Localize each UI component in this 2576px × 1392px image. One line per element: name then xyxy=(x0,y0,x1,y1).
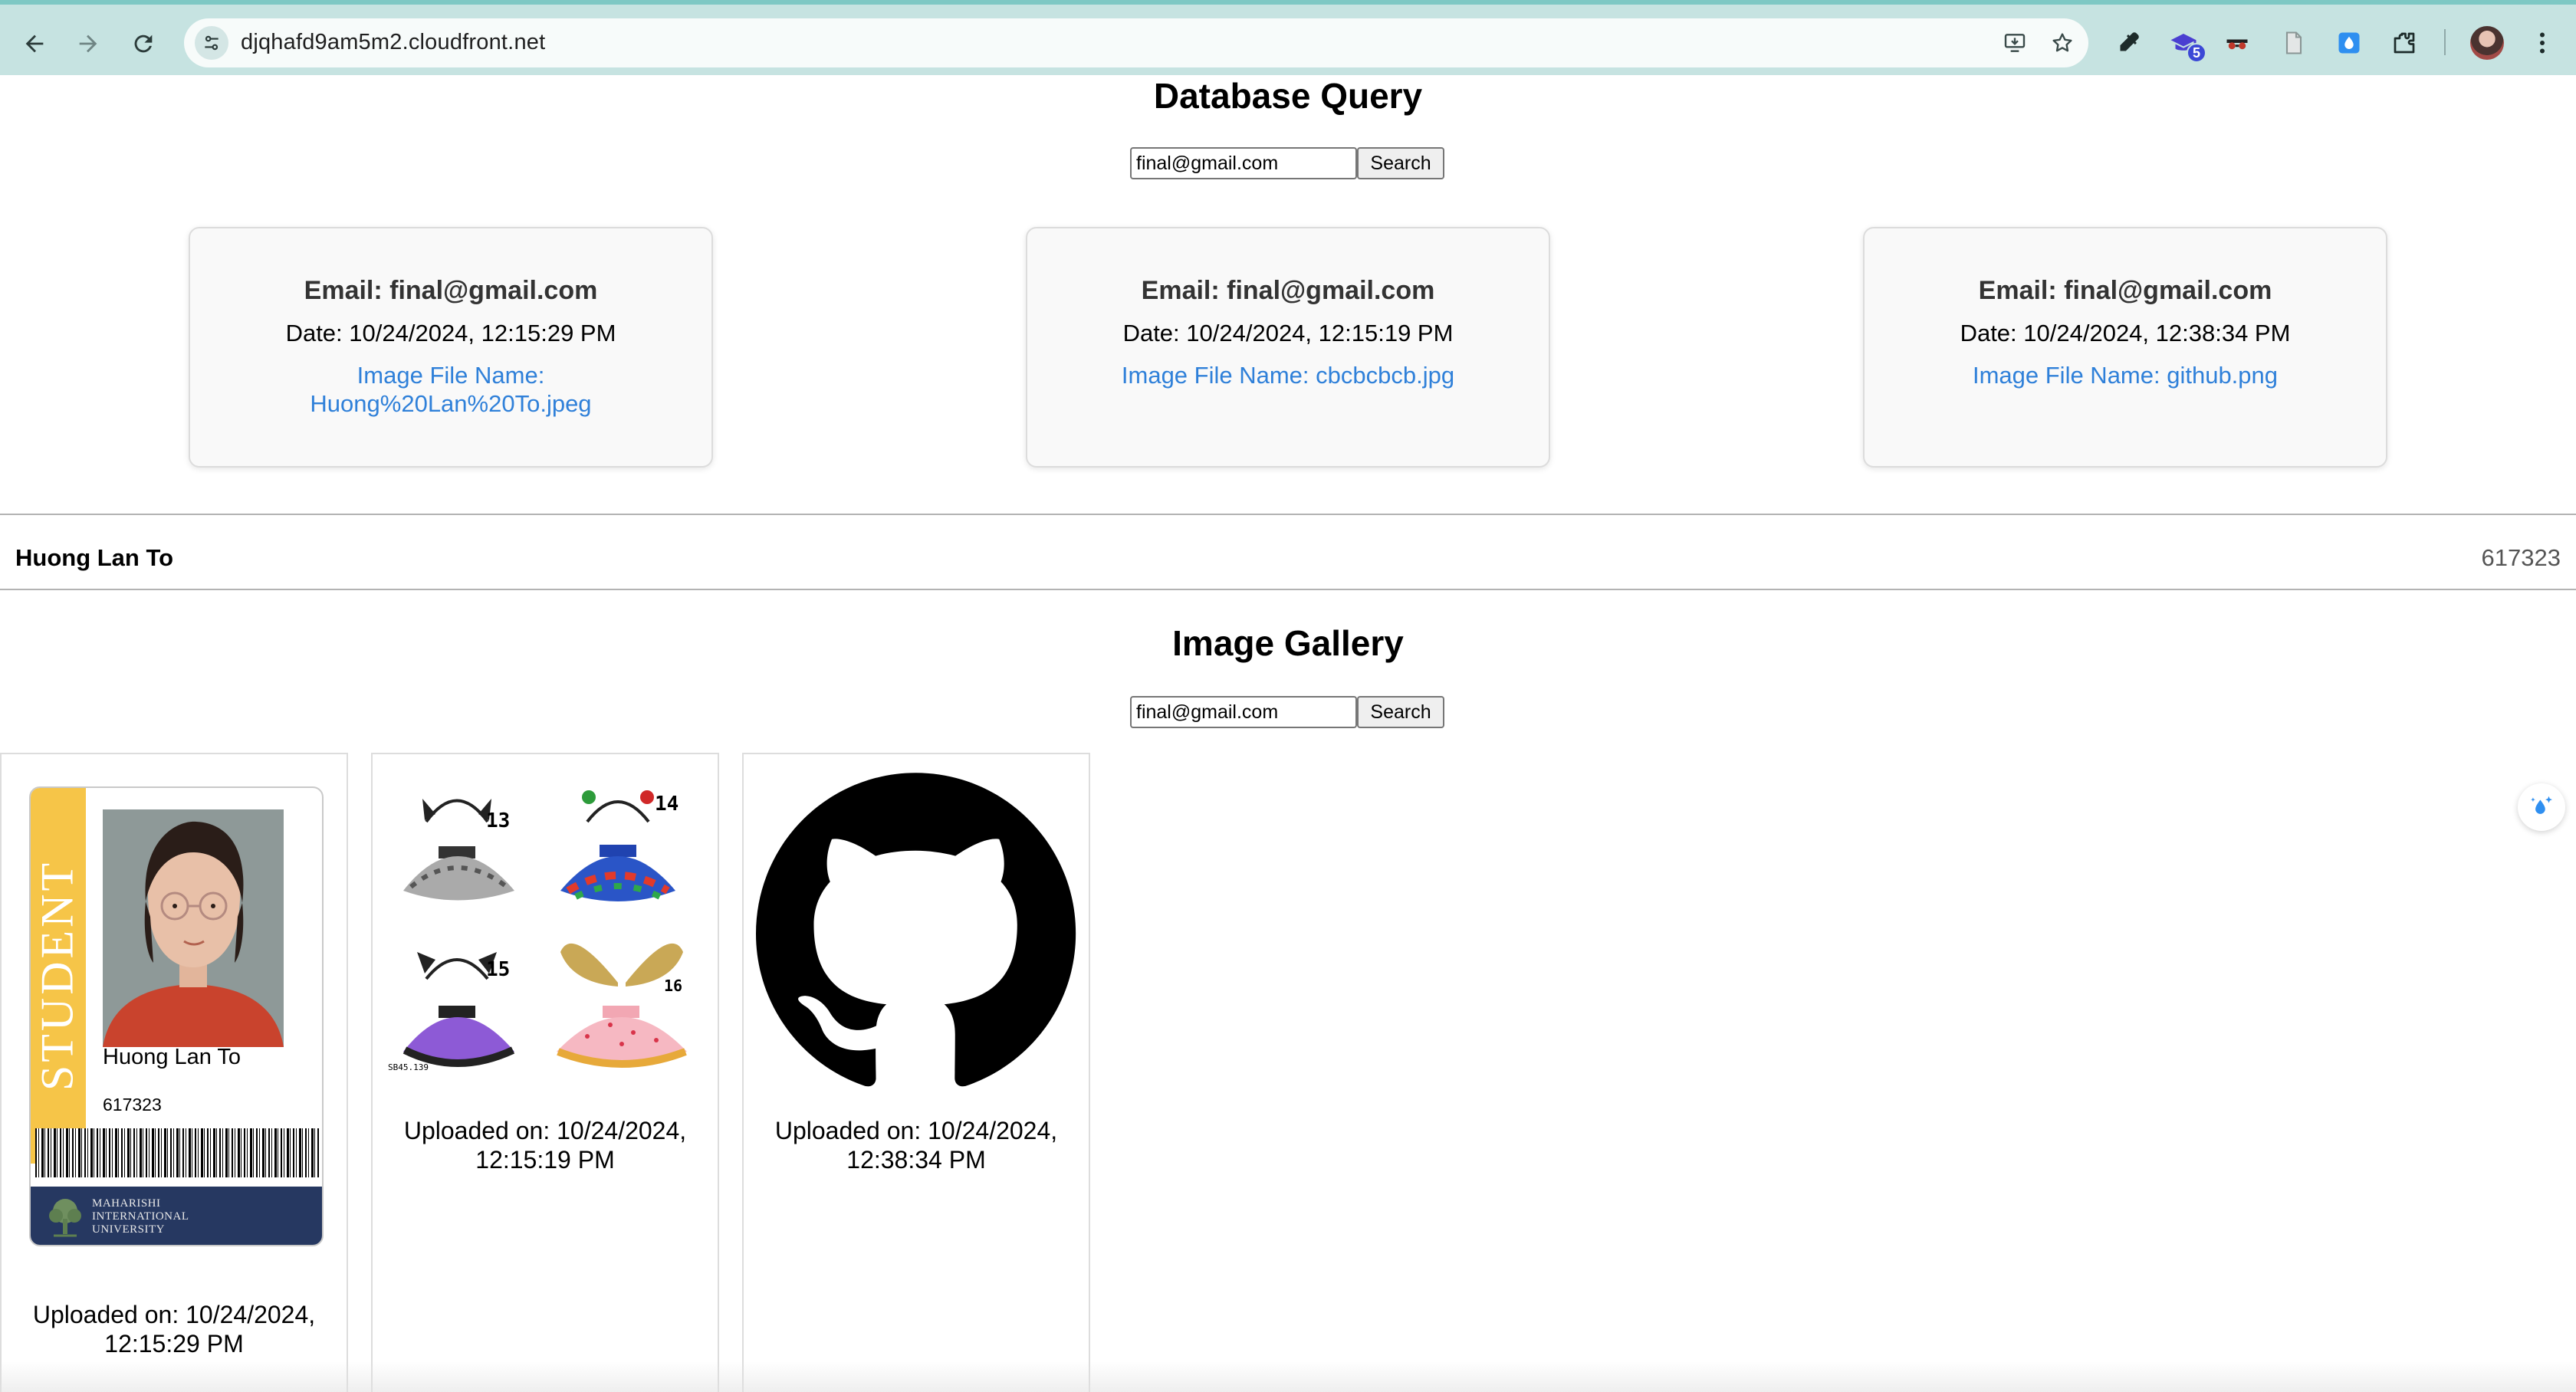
url-text[interactable]: djqhafd9am5m2.cloudfront.net xyxy=(241,30,545,55)
chrome-menu-button[interactable] xyxy=(2527,28,2558,58)
gallery-item: STUDENT Huong Lan To 617323 MAHARISHI IN… xyxy=(0,753,348,1392)
section-divider xyxy=(0,589,2576,590)
extension-badge: 5 xyxy=(2187,43,2206,63)
section-divider xyxy=(0,514,2576,515)
id-card-name: Huong Lan To xyxy=(103,1045,242,1069)
database-query-title: Database Query xyxy=(1153,76,1423,116)
browser-window: djqhafd9am5m2.cloudfront.net 5 Database … xyxy=(0,0,2576,1392)
gallery-search-form: Search xyxy=(1130,696,1444,728)
tutu-product-image[interactable]: 13 14 15 16 SB45.139 xyxy=(388,776,702,1098)
university-name: MAHARISHI INTERNATIONAL UNIVERSITY xyxy=(92,1197,189,1236)
arrow-left-icon xyxy=(25,34,44,53)
query-result-card: Email: final@gmail.com Date: 10/24/2024,… xyxy=(189,227,713,468)
puzzle-icon xyxy=(2394,32,2415,54)
result-date: Date: 10/24/2024, 12:15:29 PM xyxy=(285,320,616,346)
upload-caption: Uploaded on: 10/24/2024, 12:38:34 PM xyxy=(774,1117,1058,1174)
barcode xyxy=(35,1128,320,1177)
profile-avatar[interactable] xyxy=(2470,26,2504,60)
query-search-form: Search xyxy=(1130,147,1444,179)
document-icon xyxy=(2285,31,2302,54)
forward-button[interactable] xyxy=(71,26,106,61)
gallery-search-button[interactable]: Search xyxy=(1357,696,1444,728)
gallery-item: 13 14 15 16 SB45.139 Uploaded on: 10/24/… xyxy=(371,753,719,1392)
install-app-button[interactable] xyxy=(2001,29,2029,57)
extension-incognito[interactable] xyxy=(2222,28,2252,58)
github-octocat-icon xyxy=(756,773,1076,1087)
extension-eyedropper[interactable] xyxy=(2113,28,2144,58)
web-page: Database Query Search Email: final@gmail… xyxy=(0,75,2576,1392)
result-email: Email: final@gmail.com xyxy=(1978,276,2272,305)
browser-toolbar: djqhafd9am5m2.cloudfront.net 5 xyxy=(0,0,2576,75)
result-date: Date: 10/24/2024, 12:38:34 PM xyxy=(1960,320,2291,346)
extension-document[interactable] xyxy=(2279,28,2309,58)
site-info-button[interactable] xyxy=(195,26,228,60)
bottom-shadow xyxy=(0,1361,2576,1392)
upload-caption: Uploaded on: 10/24/2024, 12:15:19 PM xyxy=(403,1117,687,1174)
id-card-stripe: STUDENT xyxy=(31,788,86,1164)
id-card-number: 617323 xyxy=(103,1095,162,1115)
reload-icon xyxy=(134,34,153,53)
query-result-card: Email: final@gmail.com Date: 10/24/2024,… xyxy=(1026,227,1550,468)
address-bar[interactable]: djqhafd9am5m2.cloudfront.net xyxy=(184,18,2088,67)
query-result-card: Email: final@gmail.com Date: 10/24/2024,… xyxy=(1863,227,2387,468)
gallery-item: Uploaded on: 10/24/2024, 12:38:34 PM xyxy=(742,753,1090,1392)
query-email-input[interactable] xyxy=(1130,147,1357,179)
back-button[interactable] xyxy=(17,26,52,61)
github-logo-image[interactable] xyxy=(756,770,1076,1090)
result-file-link[interactable]: Image File Name: Huong%20Lan%20To.jpeg xyxy=(271,361,631,418)
id-card-footer: MAHARISHI INTERNATIONAL UNIVERSITY xyxy=(31,1187,322,1245)
tutu-illustration xyxy=(402,790,687,1068)
gallery-email-input[interactable] xyxy=(1130,696,1357,728)
eyedropper-icon xyxy=(2120,32,2139,51)
result-email: Email: final@gmail.com xyxy=(1141,276,1435,305)
result-email: Email: final@gmail.com xyxy=(304,276,598,305)
tune-icon xyxy=(205,35,219,51)
incognito-icon xyxy=(2226,39,2248,50)
extensions-button[interactable] xyxy=(2389,28,2420,58)
tree-logo-icon xyxy=(49,1199,81,1237)
extension-drop[interactable] xyxy=(2334,28,2364,58)
image-gallery-title: Image Gallery xyxy=(1172,623,1404,663)
user-name: Huong Lan To xyxy=(15,544,174,571)
query-search-button[interactable]: Search xyxy=(1357,147,1444,179)
bookmark-button[interactable] xyxy=(2049,29,2076,57)
result-file-link[interactable]: Image File Name: cbcbcbcb.jpg xyxy=(1108,361,1468,389)
toolbar-divider xyxy=(2444,29,2446,55)
user-id: 617323 xyxy=(2481,544,2561,571)
result-date: Date: 10/24/2024, 12:15:19 PM xyxy=(1122,320,1454,346)
floating-assistant-button[interactable] xyxy=(2518,783,2565,831)
student-photo xyxy=(103,809,284,1047)
sparkle-drop-icon xyxy=(2531,796,2552,814)
student-id-card-image[interactable]: STUDENT Huong Lan To 617323 MAHARISHI IN… xyxy=(29,786,324,1246)
arrow-right-icon xyxy=(79,34,97,53)
install-desktop-icon xyxy=(2004,34,2026,52)
result-file-link[interactable]: Image File Name: github.png xyxy=(1945,361,2305,389)
star-icon xyxy=(2052,33,2072,52)
id-card-banner: STUDENT xyxy=(31,859,83,1092)
kebab-menu-icon xyxy=(2540,32,2545,54)
water-drop-icon xyxy=(2338,32,2360,54)
reload-button[interactable] xyxy=(126,26,161,61)
upload-caption: Uploaded on: 10/24/2024, 12:15:29 PM xyxy=(32,1301,316,1358)
